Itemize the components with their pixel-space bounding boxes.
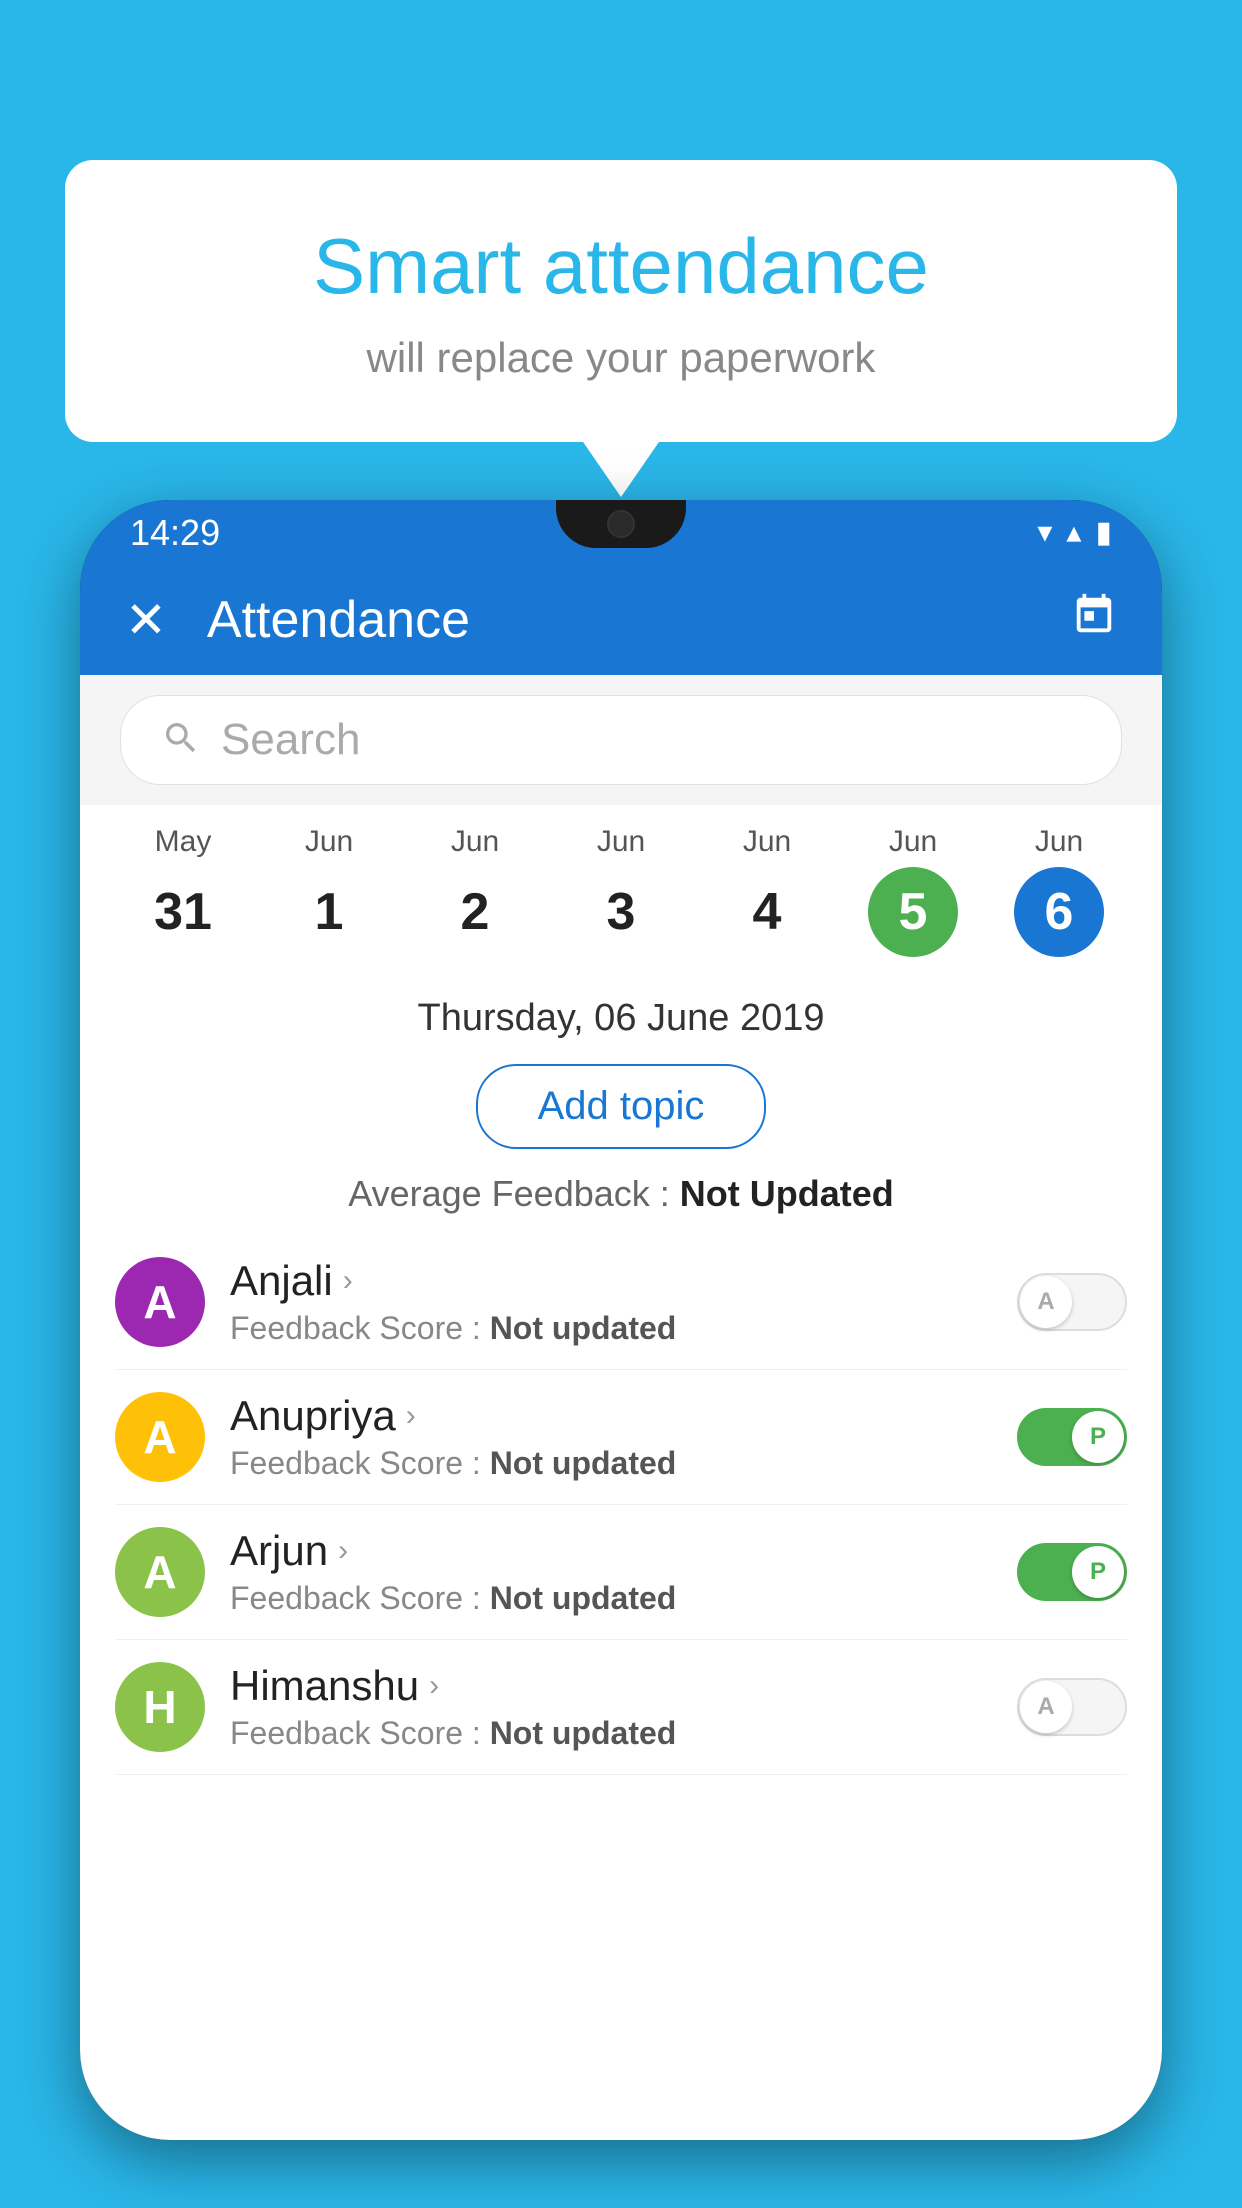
- toggle-container-3[interactable]: P: [1017, 1543, 1127, 1601]
- calendar-day-4[interactable]: Jun 3: [548, 825, 694, 957]
- student-name-3: Arjun: [230, 1527, 328, 1575]
- student-avatar-3: A: [115, 1527, 205, 1617]
- cal-date: 6: [1014, 867, 1104, 957]
- average-feedback: Average Feedback : Not Updated: [80, 1163, 1162, 1235]
- student-item-4[interactable]: H Himanshu › Feedback Score : Not update…: [115, 1640, 1127, 1775]
- status-icons: ▾ ▴ ▮: [1037, 515, 1112, 550]
- chevron-icon-4: ›: [429, 1669, 439, 1703]
- speech-bubble-container: Smart attendance will replace your paper…: [65, 160, 1177, 442]
- student-name-1: Anjali: [230, 1257, 333, 1305]
- student-avatar-1: A: [115, 1257, 205, 1347]
- student-item-1[interactable]: A Anjali › Feedback Score : Not updated …: [115, 1235, 1127, 1370]
- calendar-day-1[interactable]: May 31: [110, 825, 256, 957]
- add-topic-button[interactable]: Add topic: [476, 1064, 767, 1149]
- toggle-container-2[interactable]: P: [1017, 1408, 1127, 1466]
- notch-camera: [607, 510, 635, 538]
- app-bar-title: Attendance: [207, 590, 1071, 650]
- cal-month: Jun: [402, 825, 548, 859]
- cal-date: 5: [868, 867, 958, 957]
- student-info-2: Anupriya › Feedback Score : Not updated: [230, 1392, 992, 1482]
- chevron-icon-3: ›: [338, 1534, 348, 1568]
- toggle-knob-1: A: [1020, 1276, 1072, 1328]
- attendance-toggle-3[interactable]: P: [1017, 1543, 1127, 1601]
- toggle-knob-4: A: [1020, 1681, 1072, 1733]
- student-avatar-2: A: [115, 1392, 205, 1482]
- cal-month: Jun: [548, 825, 694, 859]
- student-list: A Anjali › Feedback Score : Not updated …: [80, 1235, 1162, 1775]
- cal-month: Jun: [694, 825, 840, 859]
- calendar-strip: May 31 Jun 1 Jun 2 Jun 3 Jun 4 Jun 5 Jun…: [80, 805, 1162, 977]
- student-info-3: Arjun › Feedback Score : Not updated: [230, 1527, 992, 1617]
- attendance-toggle-2[interactable]: P: [1017, 1408, 1127, 1466]
- cal-date: 2: [430, 867, 520, 957]
- student-feedback-3: Feedback Score : Not updated: [230, 1580, 992, 1617]
- student-name-4: Himanshu: [230, 1662, 419, 1710]
- search-bar[interactable]: Search: [120, 695, 1122, 785]
- student-info-4: Himanshu › Feedback Score : Not updated: [230, 1662, 992, 1752]
- close-button[interactable]: ✕: [125, 591, 167, 649]
- student-avatar-4: H: [115, 1662, 205, 1752]
- speech-bubble: Smart attendance will replace your paper…: [65, 160, 1177, 442]
- student-feedback-2: Feedback Score : Not updated: [230, 1445, 992, 1482]
- phone-screen: Search May 31 Jun 1 Jun 2 Jun 3 Jun 4 Ju…: [80, 675, 1162, 2140]
- search-icon: [161, 718, 201, 763]
- toggle-container-1[interactable]: A: [1017, 1273, 1127, 1331]
- calendar-day-6[interactable]: Jun 5: [840, 825, 986, 957]
- toggle-knob-2: P: [1072, 1411, 1124, 1463]
- chevron-icon-1: ›: [343, 1264, 353, 1298]
- cal-date: 3: [576, 867, 666, 957]
- attendance-toggle-4[interactable]: A: [1017, 1678, 1127, 1736]
- student-info-1: Anjali › Feedback Score : Not updated: [230, 1257, 992, 1347]
- bubble-subtitle: will replace your paperwork: [145, 334, 1097, 382]
- cal-month: Jun: [986, 825, 1132, 859]
- calendar-day-7[interactable]: Jun 6: [986, 825, 1132, 957]
- student-feedback-4: Feedback Score : Not updated: [230, 1715, 992, 1752]
- cal-date: 31: [138, 867, 228, 957]
- calendar-day-3[interactable]: Jun 2: [402, 825, 548, 957]
- status-time: 14:29: [130, 512, 220, 554]
- cal-date: 4: [722, 867, 812, 957]
- student-item-2[interactable]: A Anupriya › Feedback Score : Not update…: [115, 1370, 1127, 1505]
- search-container: Search: [80, 675, 1162, 805]
- phone-notch: [556, 500, 686, 548]
- toggle-container-4[interactable]: A: [1017, 1678, 1127, 1736]
- cal-month: Jun: [840, 825, 986, 859]
- app-bar: ✕ Attendance: [80, 565, 1162, 675]
- battery-icon: ▮: [1095, 515, 1112, 550]
- calendar-day-5[interactable]: Jun 4: [694, 825, 840, 957]
- attendance-toggle-1[interactable]: A: [1017, 1273, 1127, 1331]
- wifi-icon: ▾: [1037, 515, 1052, 550]
- cal-date: 1: [284, 867, 374, 957]
- student-name-2: Anupriya: [230, 1392, 396, 1440]
- toggle-knob-3: P: [1072, 1546, 1124, 1598]
- calendar-icon[interactable]: [1071, 592, 1117, 649]
- bubble-title: Smart attendance: [145, 220, 1097, 314]
- chevron-icon-2: ›: [406, 1399, 416, 1433]
- selected-date: Thursday, 06 June 2019: [80, 977, 1162, 1050]
- student-item-3[interactable]: A Arjun › Feedback Score : Not updated P: [115, 1505, 1127, 1640]
- cal-month: May: [110, 825, 256, 859]
- avg-feedback-label: Average Feedback :: [348, 1173, 670, 1214]
- student-feedback-1: Feedback Score : Not updated: [230, 1310, 992, 1347]
- search-input[interactable]: Search: [221, 715, 360, 765]
- signal-icon: ▴: [1066, 515, 1081, 550]
- add-topic-container: Add topic: [80, 1064, 1162, 1149]
- calendar-day-2[interactable]: Jun 1: [256, 825, 402, 957]
- phone: 14:29 ▾ ▴ ▮ ✕ Attendance: [80, 500, 1162, 2140]
- avg-feedback-value: Not Updated: [680, 1173, 894, 1214]
- cal-month: Jun: [256, 825, 402, 859]
- phone-container: 14:29 ▾ ▴ ▮ ✕ Attendance: [80, 500, 1162, 2208]
